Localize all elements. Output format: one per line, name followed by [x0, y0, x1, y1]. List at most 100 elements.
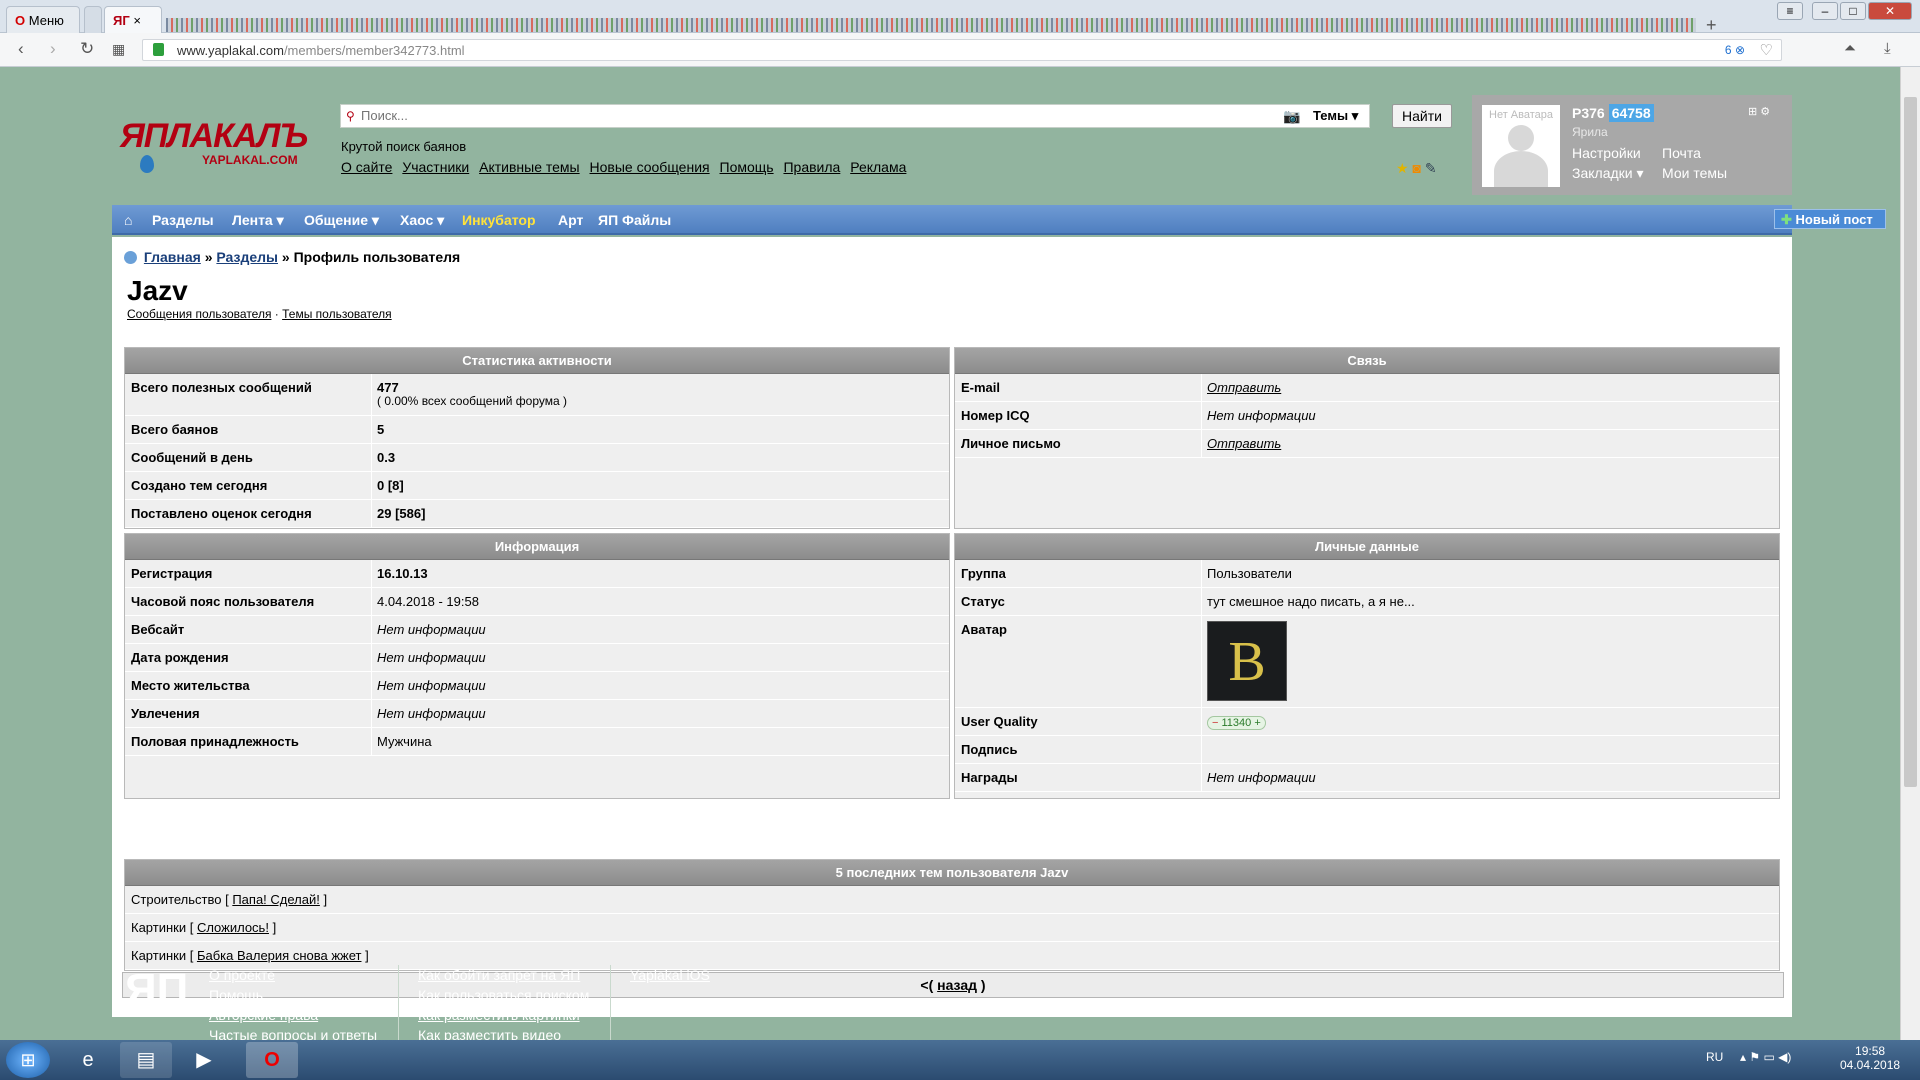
- footer-link[interactable]: Как разместить видео: [418, 1025, 589, 1040]
- heart-icon[interactable]: ♡: [1760, 41, 1773, 59]
- logo-subtext: YAPLAKAL.COM: [202, 153, 298, 167]
- send-email-link[interactable]: Отправить: [1207, 380, 1281, 395]
- breadcrumb-sections[interactable]: Разделы: [216, 249, 278, 265]
- footer-logo[interactable]: ЯП: [125, 965, 188, 1015]
- nav-chaos[interactable]: Хаос ▾: [400, 212, 444, 229]
- my-topics-link[interactable]: Мои темы: [1662, 165, 1727, 181]
- personal-title: Личные данные: [955, 534, 1779, 560]
- camera-icon[interactable]: 📷: [1283, 108, 1300, 125]
- language-indicator[interactable]: RU: [1706, 1050, 1723, 1064]
- vertical-scrollbar[interactable]: [1900, 67, 1920, 1040]
- nav-art[interactable]: Арт: [558, 212, 583, 228]
- footer-link[interactable]: Как обойти запрет на ЯП: [418, 965, 589, 985]
- opera-menu-button[interactable]: O Меню: [6, 6, 80, 33]
- user-messages-link[interactable]: Сообщения пользователя: [127, 307, 271, 321]
- footer-link[interactable]: Как разместить картинки: [418, 1005, 589, 1025]
- tagline: Крутой поиск баянов: [341, 139, 467, 154]
- header-icons: ★ ◙ ✎: [1396, 160, 1437, 177]
- table-row: Всего баянов 5: [125, 416, 949, 444]
- find-button[interactable]: Найти: [1392, 104, 1452, 128]
- footer-divider: [398, 965, 399, 1040]
- forward-icon[interactable]: ›: [50, 40, 56, 57]
- notification-icon[interactable]: ⏶: [1844, 41, 1856, 57]
- nav-files[interactable]: ЯП Файлы: [598, 212, 671, 228]
- back-icon[interactable]: ‹: [18, 40, 24, 57]
- minimize-button[interactable]: –: [1812, 2, 1838, 20]
- footer-col-3: Yaplakal iOS: [630, 965, 710, 985]
- list-item: Строительство [ Папа! Сделай! ]: [125, 886, 1779, 914]
- mail-link[interactable]: Почта: [1662, 145, 1701, 161]
- tab-pinned[interactable]: [84, 6, 102, 33]
- link-members[interactable]: Участники: [402, 159, 469, 175]
- user-topics-link[interactable]: Темы пользователя: [282, 307, 392, 321]
- nav-sections[interactable]: Разделы: [152, 212, 214, 228]
- reload-icon[interactable]: ↻: [80, 40, 94, 57]
- new-post-button[interactable]: ✚ Новый пост: [1774, 209, 1886, 229]
- footer-link[interactable]: Как пользоваться поиском: [418, 985, 589, 1005]
- rss-icon[interactable]: ◙: [1412, 160, 1420, 176]
- nav-incubator[interactable]: Инкубатор: [462, 212, 536, 228]
- site-logo[interactable]: ЯПЛАКАЛЪ YAPLAKAL.COM: [120, 119, 320, 179]
- link-help[interactable]: Помощь: [720, 159, 774, 175]
- minus-icon[interactable]: −: [1212, 717, 1218, 729]
- search-input[interactable]: [361, 108, 1261, 123]
- tab-menu-icon[interactable]: ≡: [1777, 2, 1803, 20]
- nav-social[interactable]: Общение ▾: [304, 212, 379, 229]
- link-new-messages[interactable]: Новые сообщения: [590, 159, 710, 175]
- footer-link-ios[interactable]: Yaplakal iOS: [630, 965, 710, 985]
- url-field[interactable]: www.yaplakal.com/members/member342773.ht…: [142, 39, 1782, 61]
- info-panel: Информация Регистрация 16.10.13 Часовой п…: [124, 533, 950, 799]
- media-player-icon[interactable]: ▶: [178, 1042, 230, 1078]
- top-links: О сайте Участники Активные темы Новые со…: [341, 159, 912, 175]
- ie-icon[interactable]: e: [62, 1042, 114, 1078]
- recent-topic-link[interactable]: Папа! Сделай!: [232, 892, 320, 907]
- link-rules[interactable]: Правила: [783, 159, 840, 175]
- quality-badge[interactable]: − 11340 +: [1207, 716, 1266, 730]
- nav-feed[interactable]: Лента ▾: [232, 212, 284, 229]
- speed-dial-icon[interactable]: ▦: [112, 41, 125, 57]
- home-icon[interactable]: ⌂: [124, 212, 132, 228]
- recent-topic-link[interactable]: Сложилось!: [197, 920, 269, 935]
- avatar[interactable]: Нет Аватара: [1482, 105, 1560, 187]
- content-area: Главная » Разделы » Профиль пользователя…: [112, 237, 1792, 1017]
- plus-icon[interactable]: +: [1254, 717, 1260, 729]
- footer-link[interactable]: Помощь: [209, 985, 377, 1005]
- opera-taskbar-icon[interactable]: O: [246, 1042, 298, 1078]
- footer-link[interactable]: Частые вопросы и ответы: [209, 1025, 377, 1040]
- search-box: ⚲ 📷 Темы ▾: [340, 104, 1370, 128]
- tray-icons[interactable]: ▴ ⚑ ▭ ◀): [1740, 1050, 1791, 1064]
- table-row: Часовой пояс пользователя 4.04.2018 - 19:…: [125, 588, 949, 616]
- explorer-icon[interactable]: ▤: [120, 1042, 172, 1078]
- recent-topic-link[interactable]: Бабка Валерия снова жжет: [197, 948, 362, 963]
- scrollbar-thumb[interactable]: [1904, 97, 1917, 787]
- avatar-head-shape: [1508, 125, 1534, 151]
- username[interactable]: P376 64758: [1572, 104, 1654, 122]
- edit-icon[interactable]: ✎: [1425, 160, 1437, 176]
- breadcrumb: Главная » Разделы » Профиль пользователя: [124, 249, 460, 265]
- breadcrumb-home[interactable]: Главная: [144, 249, 201, 265]
- send-pm-link[interactable]: Отправить: [1207, 436, 1281, 451]
- search-scope-select[interactable]: Темы ▾: [1313, 108, 1358, 124]
- maximize-button[interactable]: □: [1840, 2, 1866, 20]
- start-button[interactable]: ⊞: [6, 1042, 50, 1078]
- close-icon[interactable]: ×: [133, 13, 141, 28]
- star-icon[interactable]: ★: [1396, 160, 1409, 176]
- contact-panel: Связь E-mail Отправить Номер ICQ Нет инфор…: [954, 347, 1780, 529]
- userbox-tools-icon[interactable]: ⊞ ⚙: [1748, 105, 1770, 118]
- link-about[interactable]: О сайте: [341, 159, 392, 175]
- clock[interactable]: 19:58 04.04.2018: [1840, 1044, 1900, 1072]
- adblock-badge[interactable]: 6 ⊗: [1725, 43, 1745, 57]
- footer-link[interactable]: Авторские права: [209, 1005, 377, 1025]
- footer-link[interactable]: О проекте: [209, 965, 377, 985]
- bookmarks-link[interactable]: Закладки ▾: [1572, 165, 1644, 182]
- page-viewport: ЯПЛАКАЛЪ YAPLAKAL.COM ⚲ 📷 Темы ▾ Найти К…: [0, 67, 1900, 1040]
- tab-active[interactable]: ЯГ ×: [104, 6, 162, 33]
- link-ads[interactable]: Реклама: [850, 159, 906, 175]
- main-nav: ⌂ Разделы Лента ▾ Общение ▾ Хаос ▾ Инкуб…: [112, 205, 1886, 235]
- back-link[interactable]: назад: [937, 977, 977, 993]
- download-icon[interactable]: ⤓: [1884, 41, 1891, 57]
- settings-link[interactable]: Настройки: [1572, 145, 1641, 161]
- close-window-button[interactable]: ✕: [1868, 2, 1912, 20]
- link-active-topics[interactable]: Активные темы: [479, 159, 580, 175]
- tab-strip[interactable]: [166, 18, 1696, 32]
